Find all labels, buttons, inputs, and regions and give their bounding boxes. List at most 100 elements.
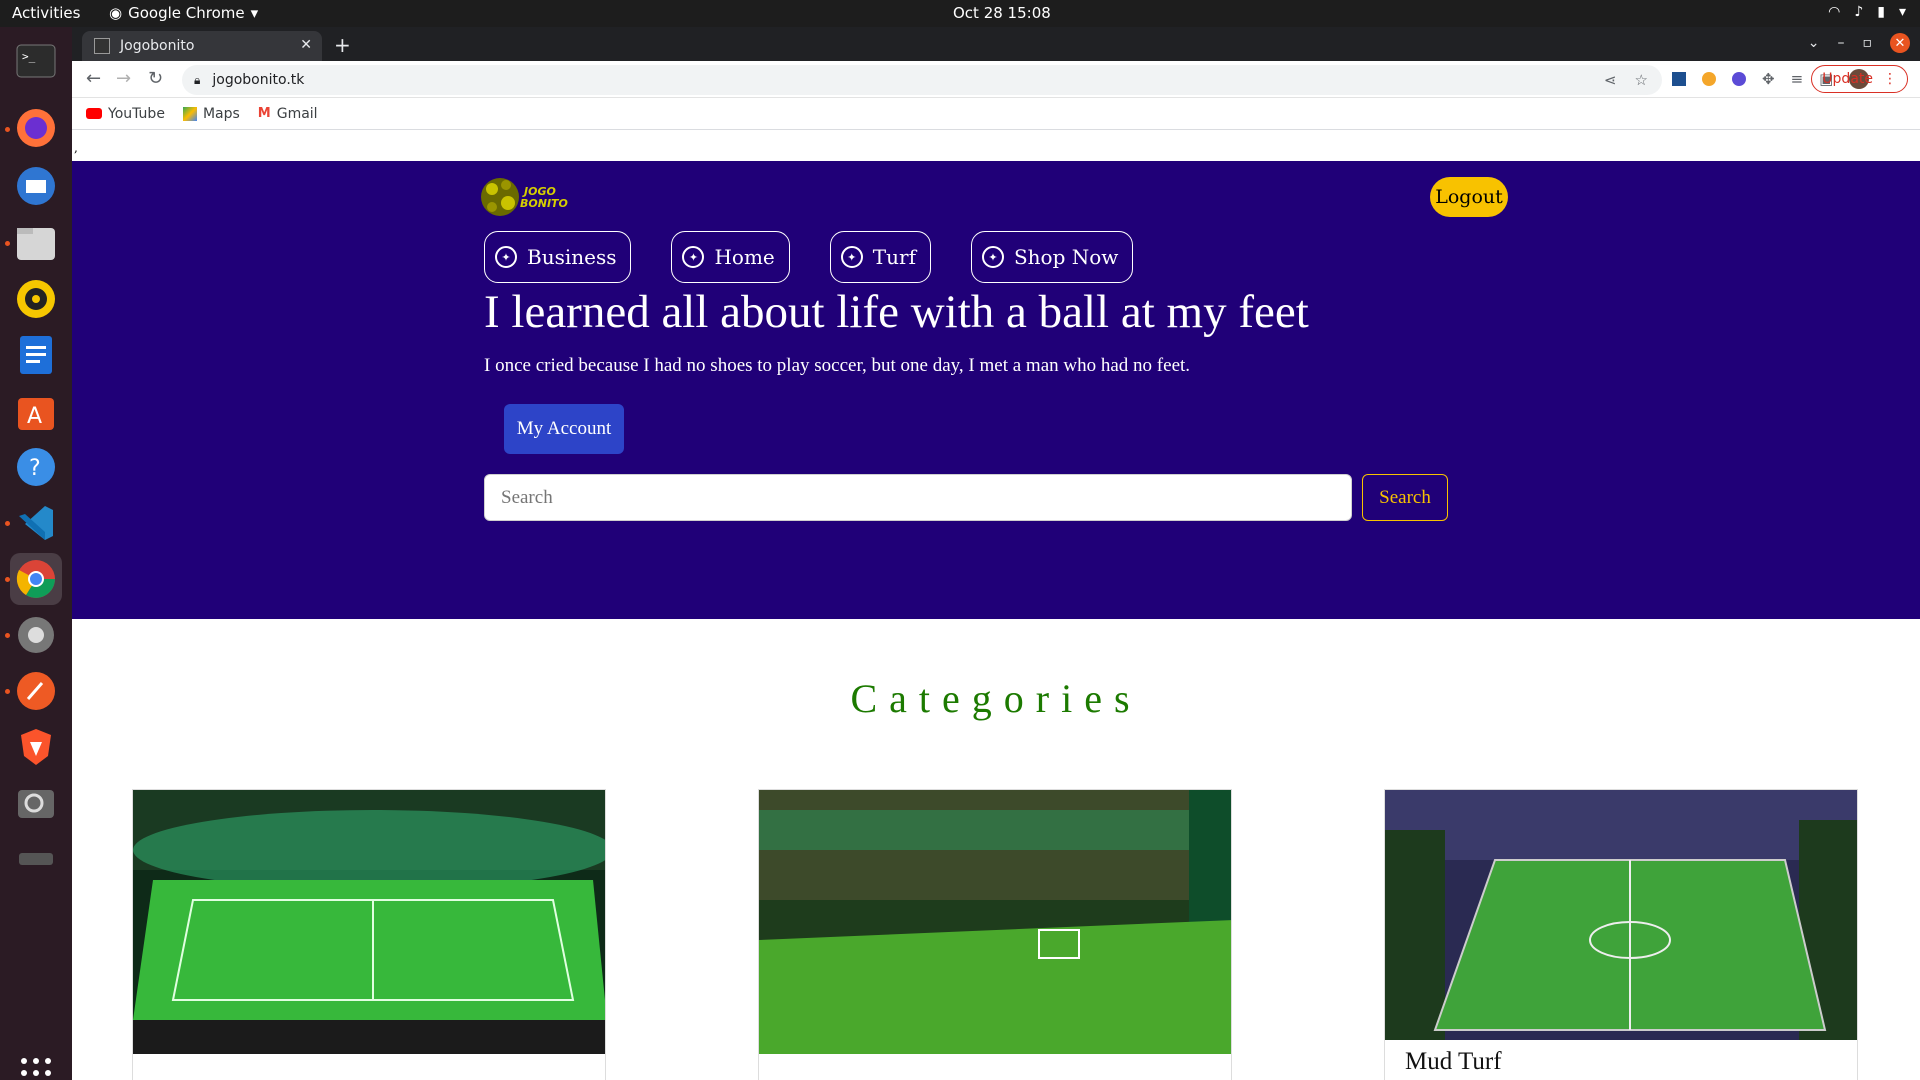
os-top-bar: Activities ◉ Google Chrome ▾ Oct 28 15:0… — [0, 0, 1920, 27]
forward-icon[interactable]: → — [116, 68, 131, 89]
url-text: jogobonito.tk — [212, 72, 305, 88]
svg-text:?: ? — [29, 456, 41, 481]
chrome-small-icon: ◉ — [109, 4, 123, 22]
app-center-icon[interactable]: A — [10, 385, 62, 437]
turf-image — [133, 790, 605, 1054]
nav-label: Shop Now — [1013, 245, 1119, 269]
stray-text: , — [74, 141, 78, 155]
youtube-icon — [86, 108, 102, 119]
nav-business[interactable]: ✦ Business — [484, 231, 632, 283]
back-icon[interactable]: ← — [86, 68, 101, 89]
bookmark-youtube[interactable]: YouTube — [86, 106, 165, 122]
chevron-down-icon: ▾ — [250, 4, 259, 22]
nav-home[interactable]: ✦ Home — [671, 231, 790, 283]
category-card[interactable] — [132, 789, 606, 1080]
puzzle-icon[interactable]: ✥ — [1762, 70, 1775, 88]
new-tab-icon[interactable]: + — [334, 33, 351, 57]
turf-image — [759, 790, 1231, 1054]
nav-label: Business — [527, 245, 617, 269]
maps-icon — [182, 106, 197, 121]
reload-icon[interactable]: ↻ — [148, 68, 163, 89]
minimize-icon[interactable]: – — [1838, 35, 1845, 51]
system-tray[interactable]: ◠ ♪ ▮ ▾ — [1828, 4, 1906, 20]
extension-icon[interactable] — [1702, 72, 1716, 86]
update-button[interactable]: Update ⋮ — [1811, 65, 1908, 93]
drive-icon[interactable] — [10, 833, 62, 885]
show-apps-icon[interactable] — [10, 1047, 62, 1080]
chrome-icon[interactable] — [10, 553, 62, 605]
clock[interactable]: Oct 28 15:08 — [953, 4, 1051, 22]
bookmark-label: Gmail — [276, 105, 318, 122]
search-input[interactable] — [484, 474, 1352, 521]
vscode-icon[interactable] — [10, 497, 62, 549]
site-logo[interactable]: JOGO BONITO — [480, 173, 572, 223]
thunderbird-icon[interactable] — [10, 160, 62, 212]
soccer-ball-icon: ✦ — [981, 246, 1004, 268]
help-icon[interactable]: ? — [10, 441, 62, 493]
volume-icon: ♪ — [1854, 4, 1864, 20]
categories-heading: Categories — [850, 676, 1142, 721]
share-icon[interactable]: ⋖ — [1604, 71, 1617, 89]
editor-icon[interactable] — [10, 665, 62, 717]
bookmark-star-icon[interactable]: ☆ — [1635, 71, 1648, 89]
magnifier-icon[interactable] — [10, 777, 62, 829]
my-account-button[interactable]: My Account — [504, 404, 624, 454]
bookmark-gmail[interactable]: M Gmail — [258, 106, 318, 122]
dock: >_ A ? — [0, 27, 72, 1080]
hero-section: JOGO BONITO Logout ✦ Business ✦ Home ✦ T… — [72, 161, 1920, 619]
app-name: Google Chrome — [128, 4, 245, 22]
hero-subline: I once cried because I had no shoes to p… — [484, 355, 1191, 376]
hero-headline: I learned all about life with a ball at … — [484, 286, 1309, 338]
files-icon[interactable] — [10, 217, 62, 269]
bookmark-label: YouTube — [108, 105, 165, 122]
nav-label: Home — [714, 245, 775, 269]
search-button[interactable]: Search — [1362, 474, 1448, 521]
bookmark-label: Maps — [202, 105, 240, 122]
nav-label: Turf — [872, 245, 916, 269]
brave-icon[interactable] — [10, 721, 62, 773]
rhythmbox-icon[interactable] — [10, 273, 62, 325]
window-controls: ⌄ – ▫ ✕ — [1808, 33, 1910, 53]
app-menu[interactable]: ◉ Google Chrome ▾ — [109, 4, 258, 22]
settings-icon[interactable] — [10, 609, 62, 661]
svg-text:A: A — [27, 404, 42, 429]
soccer-ball-icon: ✦ — [682, 246, 705, 268]
logout-button[interactable]: Logout — [1430, 177, 1508, 217]
wifi-icon: ◠ — [1828, 4, 1841, 20]
kebab-menu-icon: ⋮ — [1883, 71, 1897, 87]
update-label: Update — [1822, 71, 1873, 87]
address-bar[interactable]: 🔒︎ jogobonito.tk ⋖ ☆ — [182, 65, 1662, 95]
terminal-icon[interactable]: >_ — [10, 35, 62, 87]
restore-icon[interactable]: ▫ — [1863, 35, 1873, 51]
svg-text:>_: >_ — [22, 50, 36, 63]
chevron-down-icon: ▾ — [1898, 4, 1906, 20]
tab-jogobonito[interactable]: Jogobonito ✕ — [82, 31, 322, 61]
bookmarks-bar: YouTube Maps M Gmail — [72, 98, 1920, 130]
category-card[interactable]: Mud Turf — [1384, 789, 1858, 1080]
category-card[interactable] — [758, 789, 1232, 1080]
logo-text-bottom: BONITO — [520, 197, 568, 210]
bookmark-maps[interactable]: Maps — [182, 105, 240, 122]
close-tab-icon[interactable]: ✕ — [300, 37, 312, 53]
firefox-icon[interactable] — [10, 102, 62, 154]
tab-title: Jogobonito — [120, 38, 195, 54]
tab-strip: Jogobonito ✕ + ⌄ – ▫ ✕ — [72, 27, 1920, 61]
tab-search-icon[interactable]: ⌄ — [1808, 35, 1820, 51]
close-window-icon[interactable]: ✕ — [1890, 33, 1910, 53]
browser-toolbar: ← → ↻ 🔒︎ jogobonito.tk ⋖ ☆ ✥ ≡ ▣ Update … — [72, 61, 1920, 98]
media-icon[interactable]: ≡ — [1791, 70, 1804, 88]
nav-turf[interactable]: ✦ Turf — [829, 231, 931, 283]
battery-icon: ▮ — [1877, 4, 1885, 20]
nav-shop-now[interactable]: ✦ Shop Now — [970, 231, 1134, 283]
extension-icon[interactable] — [1672, 72, 1686, 86]
activities-button[interactable]: Activities — [12, 4, 80, 22]
turf-image — [1385, 790, 1857, 1040]
extension-icon[interactable] — [1732, 72, 1746, 86]
writer-icon[interactable] — [10, 329, 62, 381]
soccer-ball-icon: ✦ — [495, 246, 517, 268]
main-nav: ✦ Business ✦ Home ✦ Turf ✦ Shop Now — [484, 231, 1134, 283]
card-title: Mud Turf — [1405, 1048, 1502, 1075]
soccer-ball-icon: ✦ — [840, 246, 863, 268]
gmail-icon: M — [257, 106, 271, 121]
web-page: , JOGO BONITO Logout ✦ Business ✦ Home ✦… — [72, 131, 1920, 1080]
